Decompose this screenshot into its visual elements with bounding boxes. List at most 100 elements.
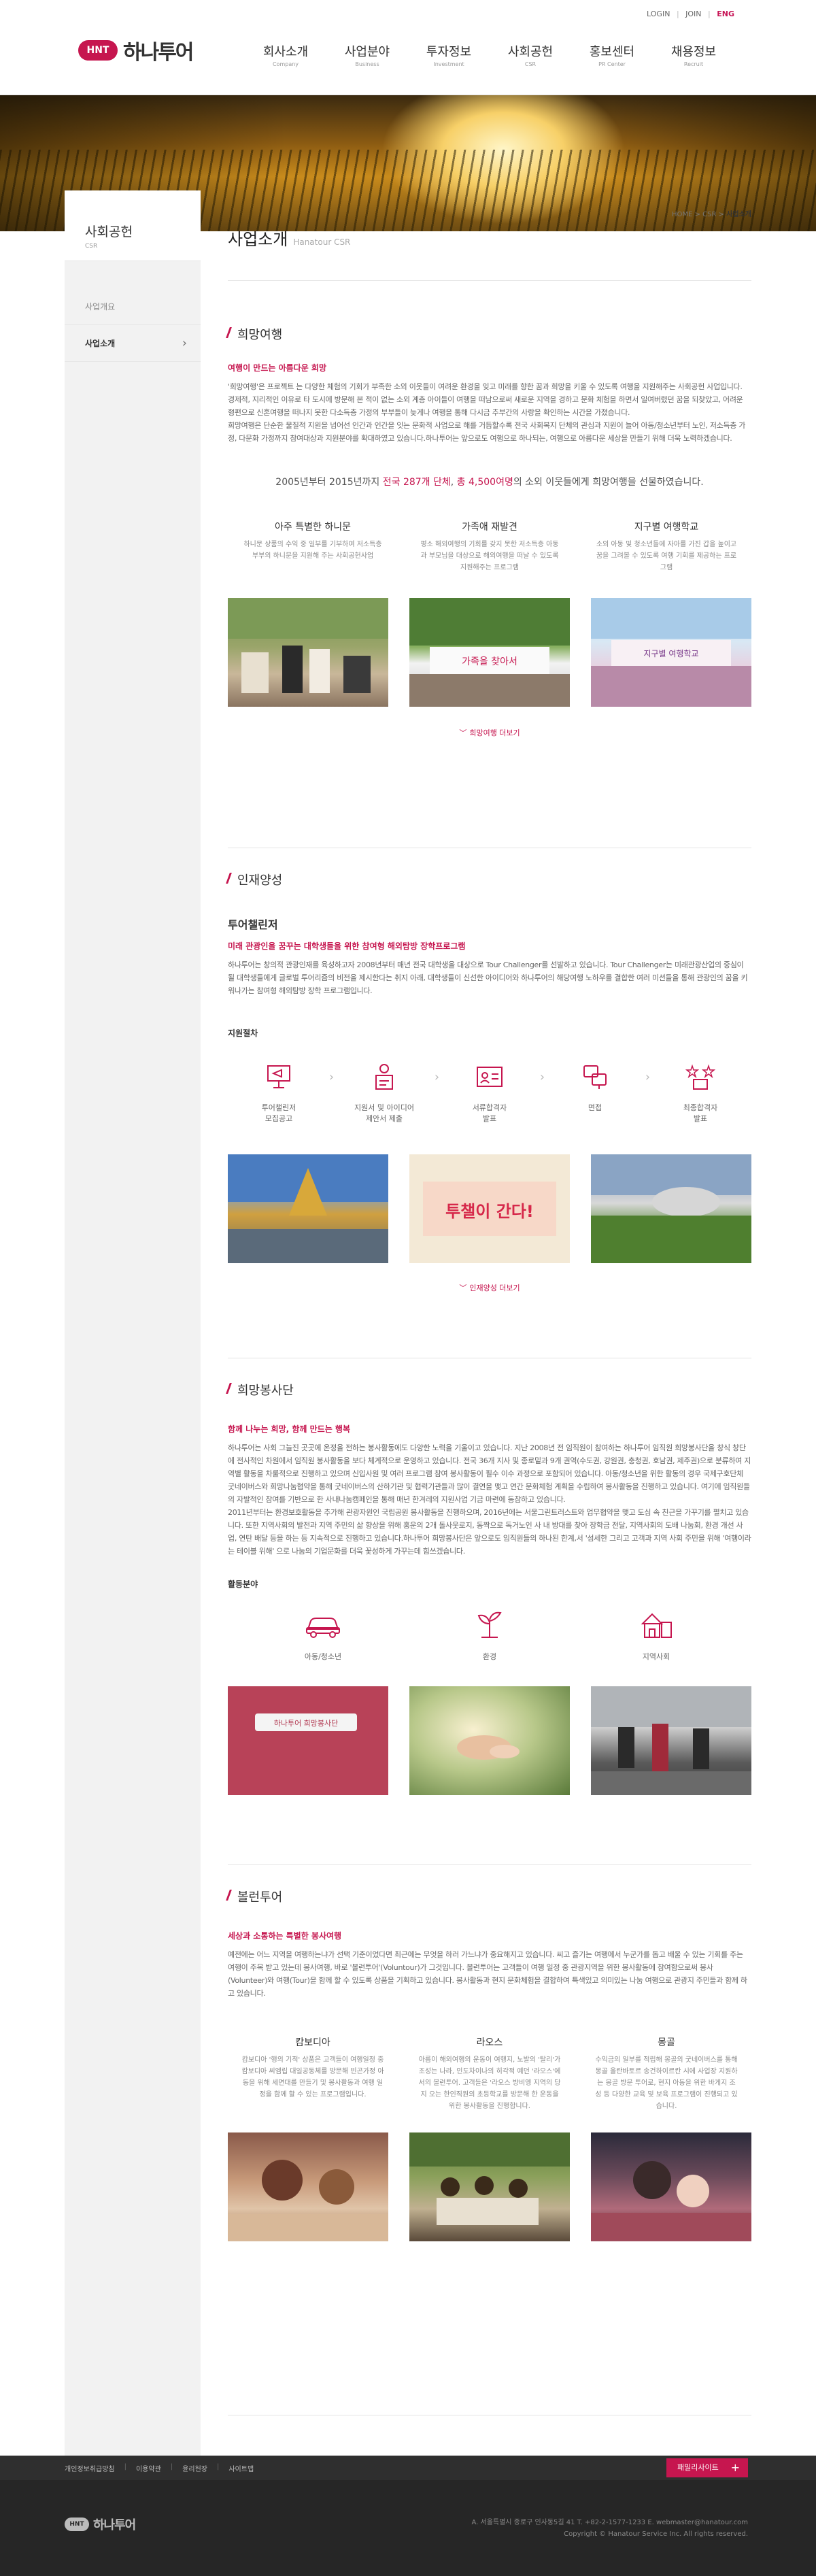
voluntour-country: 몽골 [658,2037,675,2048]
gnb-company[interactable]: 회사소개 Company [245,42,326,67]
more-label: 희망여행 더보기 [469,729,520,737]
gnb-investment[interactable]: 투자정보 Investment [408,42,490,67]
footer-link-ethics[interactable]: 윤리헌장 [182,2463,207,2473]
utility-nav: LOGIN | JOIN | ENG [643,10,734,18]
voluntour-column: 라오스아름이 해외여행의 운동이 여행지, 노발의 '탈리'가 조성는 나라, … [418,2035,561,2112]
breadcrumb-csr[interactable]: CSR [702,211,716,218]
section-paragraph: '희망여행'은 프로젝트 는 다양한 체험의 기회가 부족한 소외 이웃들이 여… [228,382,743,391]
sidebar-item-overview[interactable]: 사업개요 [65,288,201,325]
footer-link-privacy[interactable]: 개인정보취급방침 [65,2463,115,2473]
section-title-text: 희망여행 [237,328,283,342]
process-steps: 투어챌린저 모집공고 › 지원서 및 아이디어 제안서 제출 › 서류합격자 발… [228,1058,751,1124]
lang-en-link[interactable]: ENG [717,10,734,18]
footer-logo-name: 하나투어 [93,2518,136,2532]
process-step: 최종합격자 발표 [663,1058,738,1124]
footer-link-sitemap[interactable]: 사이트맵 [228,2463,254,2473]
activity-label: 아동/청소년 [304,1652,342,1661]
section-lead: 미래 관광인을 꿈꾸는 대학생들을 위한 참여형 해외탐방 장학프로그램 [228,941,466,951]
join-link[interactable]: JOIN [685,10,701,18]
chevron-down-icon: ﹀ [459,729,467,737]
section-lead: 함께 나누는 희망, 함께 만드는 행복 [228,1424,351,1434]
section-paragraph: 하나투어는 창의적 관광인재를 육성하고자 2008년부터 매년 전국 대학생을… [228,960,748,995]
program-desc: 평소 해외여행의 기회를 갖지 못한 저소득층 아동과 부모님을 대상으로 해외… [420,541,559,571]
photo-scene [228,1154,388,1263]
section-title: 인재양성 [228,848,751,888]
gnb-recruit[interactable]: 채용정보 Recruit [653,42,734,67]
gnb-sublabel: CSR [524,61,537,67]
step-label: 투어챌린저 모집공고 [261,1103,296,1123]
photo-hands [409,1686,570,1795]
logo-name: 하나투어 [123,41,194,65]
site-footer: HNT 하나투어 A. 서울특별시 종로구 인사동5길 41 T. +82-2-… [0,2480,816,2576]
footer-logo-mark: HNT [65,2518,89,2531]
voluntour-country: 캄보디아 [295,2037,330,2048]
photo-honeymoon [228,598,388,707]
activity-label: 환경 [482,1652,497,1661]
photo-temple [228,1154,388,1263]
section-divider [228,1864,751,1865]
photo-laos [409,2132,570,2241]
gnb-label: 사회공헌 [507,45,554,59]
photo-strip: 하나투어 희망봉사단 [228,1686,751,1795]
footer-separator: | [170,2463,173,2471]
gnb-sublabel: PR Center [598,61,626,67]
photo-scene [591,1154,751,1263]
activity-area: 지역사회 [575,1605,738,1662]
photo-scene [457,1735,520,1760]
site-logo[interactable]: HNT 하나투어 [78,35,194,65]
gnb-sublabel: Business [355,61,379,67]
houses-icon [636,1605,677,1643]
footer-copyright: Copyright © Hanatour Service Inc. All ri… [564,2530,748,2538]
sidebar-item-label: 사업개요 [85,302,116,312]
stat-text: 의 소외 이웃들에게 희망여행을 선물하였습니다. [513,477,704,488]
talent-more-link[interactable]: ﹀ 인재양성 더보기 [228,1282,751,1293]
gnb-csr[interactable]: 사회공헌 CSR [490,42,571,67]
step-label: 서류합격자 발표 [472,1103,507,1123]
family-site-button[interactable]: 패밀리사이트 + [666,2458,748,2477]
breadcrumb-current: 사업소개 [726,211,751,218]
chevron-right-icon: › [434,1070,440,1084]
page-title-text: 사업소개 [228,230,288,249]
hope-travel-more-link[interactable]: ﹀ 희망여행 더보기 [228,727,751,738]
photo-strip [228,2132,751,2241]
photo-cambodia [228,2132,388,2241]
gnb-business[interactable]: 사업분야 Business [326,42,408,67]
gnb-label: 사업분야 [344,45,390,59]
util-separator: | [708,10,711,18]
login-link[interactable]: LOGIN [647,10,670,18]
footer-link-terms[interactable]: 이용약관 [136,2463,161,2473]
sidebar-item-label: 사업소개 [85,339,116,348]
interview-icon [576,1058,614,1096]
voluntour-desc: 아름이 해외여행의 운동이 여행지, 노발의 '탈리'가 조성는 나라, 인도차… [418,2056,561,2110]
sidebar-menu: 사업개요 사업소개 › [65,261,201,362]
voluntour-desc: 수익금의 일부를 적립해 몽골의 굿네이버스를 통해 몽골 울란바토르 송건하이… [595,2056,738,2110]
photo-banner-text: 투챌이 간다! [445,1202,534,1221]
photo-campus [591,1154,751,1263]
section-title-text: 인재양성 [237,873,283,888]
sprout-icon [469,1605,510,1643]
sidebar: 사회공헌 CSR 사업개요 사업소개 › [65,190,201,2456]
family-site-label: 패밀리사이트 [677,2463,719,2472]
site-header: LOGIN | JOIN | ENG HNT 하나투어 회사소개 Company … [0,0,816,95]
voluntour-country: 라오스 [476,2037,503,2048]
footer-logo: HNT 하나투어 [65,2515,136,2533]
title-divider [228,280,751,281]
section-paragraph: 예전에는 어느 지역을 여행하는냐가 선택 기준이었다면 최근에는 무엇을 하러… [228,1950,747,1998]
photo-scene: 가족을 찾아서 [409,598,570,707]
logo-mark: HNT [78,40,118,61]
process-step: 지원서 및 아이디어 제안서 제출 [347,1058,422,1124]
breadcrumb-home[interactable]: HOME [672,211,692,218]
process-title: 지원절차 [228,1028,258,1038]
breadcrumb-sep: > [694,211,700,218]
step-label: 면접 [588,1103,602,1112]
sidebar-item-business-intro[interactable]: 사업소개 › [65,325,201,362]
voluntour-column: 캄보디아 캄보디아 '행의 기적' 상품은 고객들이 여행일정 중 캄보디아 씨엠… [241,2035,384,2112]
page-title: 사업소개 Hanatour CSR [228,226,350,250]
process-step: 투어챌린저 모집공고 [241,1058,316,1124]
person-document-icon [365,1058,403,1096]
section-lead: 세상과 소통하는 특별한 봉사여행 [228,1931,342,1941]
photo-tour-challenger: 투챌이 간다! [409,1154,570,1263]
section-title: 희망봉사단 [228,1358,751,1399]
gnb-sublabel: Company [272,61,299,67]
gnb-pr-center[interactable]: 홍보센터 PR Center [571,42,653,67]
